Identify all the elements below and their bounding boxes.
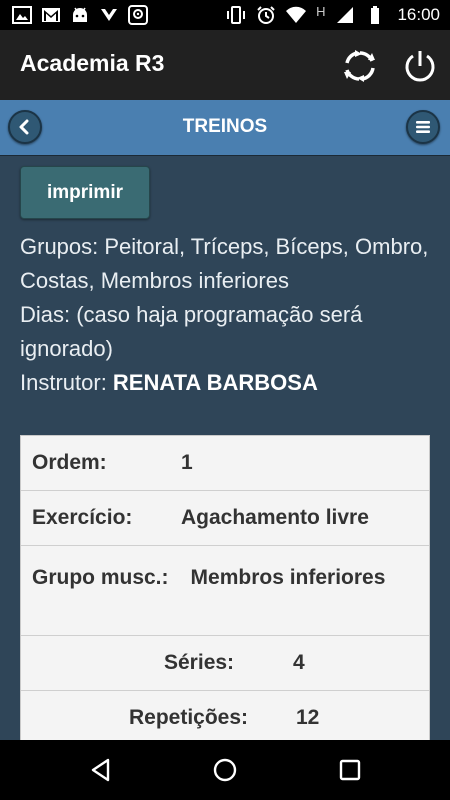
android-icon (73, 7, 87, 22)
logout-button[interactable] (402, 48, 438, 84)
instructor-line: Instrutor: RENATA BARBOSA (20, 366, 430, 400)
workout-info: Grupos: Peitoral, Tríceps, Bíceps, Ombro… (20, 230, 430, 400)
days-text: Dias: (caso haja programação será ignora… (20, 302, 363, 361)
gmail-icon (42, 8, 60, 22)
sync-icon (344, 50, 375, 82)
app-title: Academia R3 (20, 50, 165, 76)
series-label: Séries: (164, 651, 235, 674)
app-bar: Academia R3 (0, 30, 450, 100)
order-value: 1 (181, 451, 193, 474)
battery-icon (371, 6, 380, 24)
muscle-group-row: Grupo musc.: Membros inferiores (21, 546, 429, 636)
exercise-name-row: Exercício: Agachamento livre (21, 491, 429, 546)
location-icon (128, 5, 148, 25)
series-value: 4 (293, 651, 305, 674)
signal-icon (337, 7, 354, 23)
vibrate-icon (227, 6, 246, 24)
repetitions-row: Repetições: 12 (21, 691, 429, 744)
repetitions-label: Repetições: (129, 706, 249, 729)
image-icon (12, 6, 32, 24)
status-bar-notifications (12, 5, 148, 25)
series-row: Séries: 4 (21, 636, 429, 691)
muscle-group-label: Grupo musc.: (32, 566, 169, 589)
alarm-icon (257, 6, 275, 24)
wifi-icon (286, 6, 307, 24)
status-bar: H 16:00 (0, 0, 450, 30)
page-title: TREINOS (182, 116, 268, 137)
power-icon (405, 51, 435, 82)
nav-recents-button[interactable] (337, 757, 363, 783)
order-label: Ordem: (32, 451, 107, 474)
exercise-card: Ordem: 1 Exercício: Agachamento livre Gr… (20, 435, 430, 745)
print-button[interactable]: imprimir (20, 166, 150, 219)
menu-button[interactable] (406, 110, 440, 144)
exercise-order-row: Ordem: 1 (21, 436, 429, 491)
nav-home-button[interactable] (212, 757, 238, 783)
repetitions-value: 12 (296, 706, 320, 729)
sync-button[interactable] (342, 48, 378, 84)
system-navigation-bar (0, 740, 450, 800)
exercise-value: Agachamento livre (181, 506, 369, 529)
instructor-label: Instrutor: (20, 370, 113, 395)
network-type-label: H (316, 3, 326, 19)
instructor-name: RENATA BARBOSA (112, 370, 318, 395)
status-time: 16:00 (397, 5, 440, 24)
exercise-label: Exercício: (32, 506, 133, 529)
muscle-group-value: Membros inferiores (190, 566, 386, 589)
nav-back-button[interactable] (88, 757, 114, 783)
hamburger-menu-icon (416, 121, 430, 133)
check-icon (101, 9, 117, 21)
status-bar-system: H 16:00 (226, 3, 440, 25)
page-header: TREINOS (0, 100, 450, 156)
muscle-groups-text: Grupos: Peitoral, Tríceps, Bíceps, Ombro… (20, 234, 429, 293)
